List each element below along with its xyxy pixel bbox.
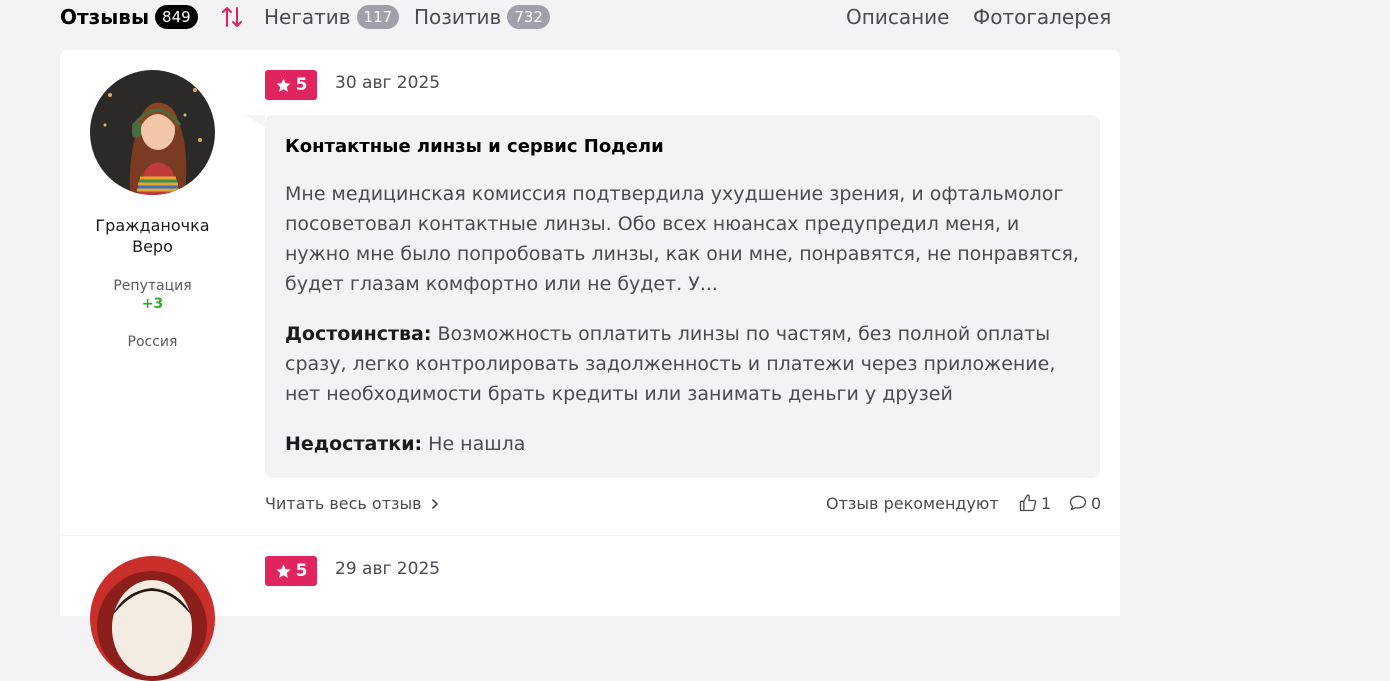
review-card: Гражданочка Веро Репутация +3 Россия 5 3… (60, 50, 1120, 535)
pros-label: Достоинства: (285, 323, 432, 345)
review-cons: Недостатки: Не нашла (285, 429, 1085, 459)
like-button[interactable]: 1 (1018, 493, 1051, 513)
cons-text: Не нашла (428, 433, 526, 455)
tab-positive-label: Позитив (414, 5, 502, 29)
review-card: 5 29 авг 2025 (60, 536, 1120, 681)
comments-count: 0 (1091, 493, 1102, 513)
recommend-label: Отзыв рекомендуют (826, 494, 999, 513)
review-bubble: Контактные линзы и сервис Подели Мне мед… (245, 115, 1100, 478)
review-date: 29 авг 2025 (335, 559, 441, 579)
tab-reviews-label: Отзывы (60, 5, 150, 29)
rating-value: 5 (295, 75, 308, 95)
tab-negative-label: Негатив (264, 5, 351, 29)
review-title[interactable]: Контактные линзы и сервис Подели (285, 136, 664, 157)
tab-negative[interactable]: Негатив 117 (264, 4, 400, 30)
read-more-label: Читать весь отзыв (265, 494, 422, 513)
rating-badge: 5 (265, 556, 317, 586)
tab-reviews[interactable]: Отзывы 849 (60, 4, 198, 30)
description-link[interactable]: Описание (846, 4, 949, 30)
star-icon (275, 563, 291, 578)
author-country: Россия (127, 334, 178, 350)
star-icon (275, 77, 291, 92)
comment-icon (1069, 495, 1087, 511)
avatar-image (90, 556, 215, 681)
review-date: 30 авг 2025 (335, 73, 441, 93)
avatar[interactable] (90, 556, 215, 681)
avatar-image (90, 70, 215, 195)
reviews-count-badge: 849 (155, 5, 198, 29)
likes-count: 1 (1041, 493, 1052, 513)
negative-count-badge: 117 (356, 5, 400, 29)
reputation-label: Репутация (113, 278, 192, 294)
chevron-right-icon (431, 498, 438, 509)
rating-badge: 5 (265, 70, 317, 100)
tab-positive[interactable]: Позитив 732 (414, 4, 550, 30)
bubble-tail (245, 115, 265, 127)
review-text: Мне медицинская комиссия подтвердила уху… (285, 183, 1079, 295)
comments-button[interactable]: 0 (1068, 493, 1101, 513)
reviews-tabs-bar: Отзывы 849 Негатив 117 Позитив 732 Описа… (60, 0, 1120, 34)
thumbs-up-icon (1019, 494, 1037, 512)
cons-label: Недостатки: (285, 433, 423, 455)
gallery-link[interactable]: Фотогалерея (973, 4, 1111, 30)
read-more-link[interactable]: Читать весь отзыв (265, 494, 440, 513)
reputation-value: +3 (141, 296, 164, 312)
review-pros: Достоинства: Возможность оплатить линзы … (285, 319, 1085, 409)
author-name[interactable]: Гражданочка Веро (80, 215, 225, 257)
positive-count-badge: 732 (507, 5, 550, 29)
sort-icon[interactable] (220, 4, 244, 30)
rating-value: 5 (295, 561, 308, 581)
avatar[interactable] (90, 70, 215, 195)
